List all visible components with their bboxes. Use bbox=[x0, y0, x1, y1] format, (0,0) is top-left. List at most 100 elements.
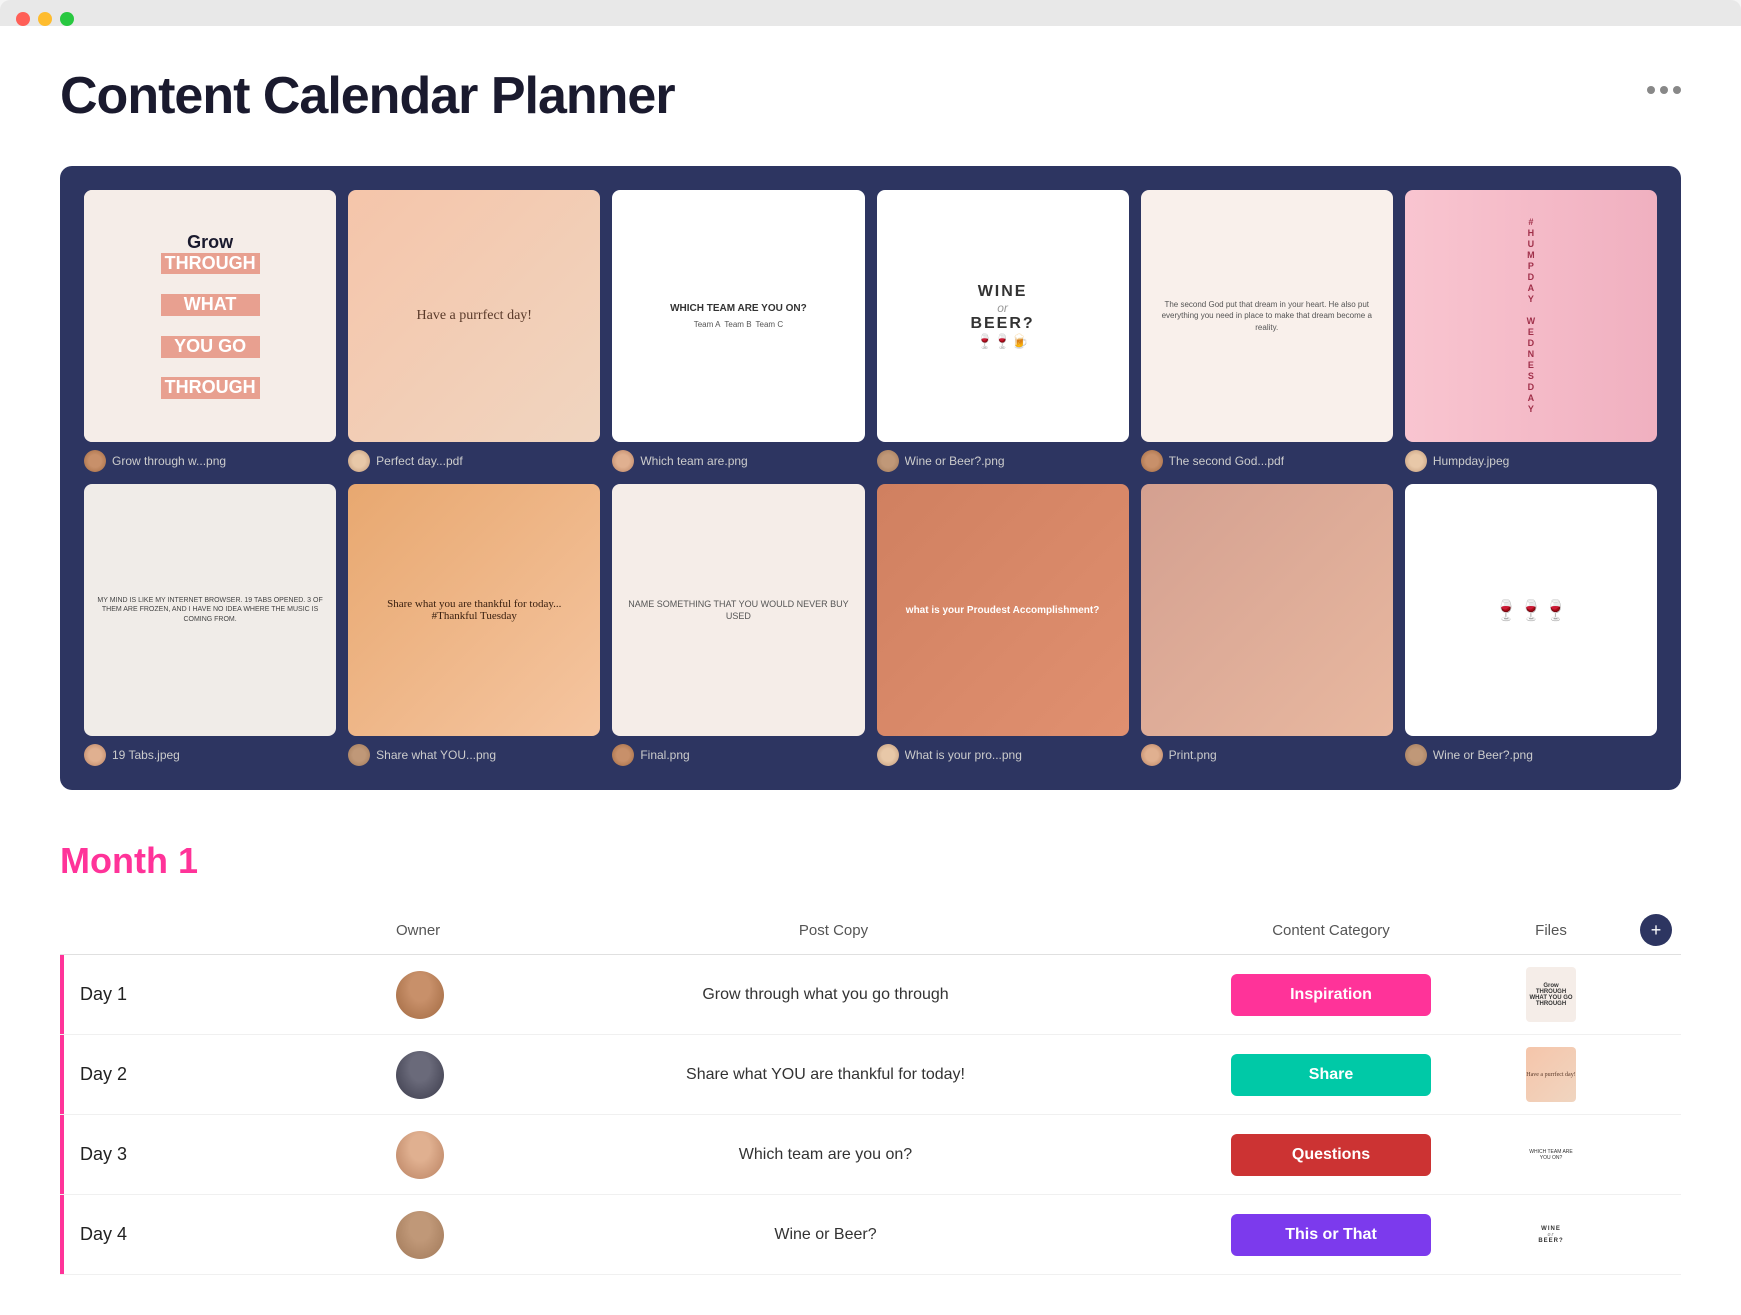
thumbnail-name[interactable]: NAME SOMETHING THAT YOU WOULD NEVER BUY … bbox=[612, 484, 864, 736]
thumbnail-purrfect[interactable]: Have a purrfect day! bbox=[348, 190, 600, 442]
post-copy-cell: Which team are you on? bbox=[460, 1146, 1191, 1164]
thumbnail-thankful[interactable]: Share what you are thankful for today...… bbox=[348, 484, 600, 736]
add-column-button[interactable]: + bbox=[1640, 914, 1672, 946]
thumb-text: Grow THROUGH WHAT YOU GO THROUGH bbox=[161, 233, 260, 399]
col-header-owner: Owner bbox=[396, 922, 476, 939]
media-item[interactable]: #HUMPDAY WEDNESDAY Humpday.jpeg bbox=[1405, 190, 1657, 472]
thumbnail-team[interactable]: WHICH TEAM ARE YOU ON? Team ATeam BTeam … bbox=[612, 190, 864, 442]
avatar bbox=[612, 450, 634, 472]
media-info: Share what YOU...png bbox=[348, 744, 600, 766]
files-cell[interactable]: WINEorBEER? bbox=[1471, 1207, 1631, 1262]
media-grid: Grow THROUGH WHAT YOU GO THROUGH Grow th… bbox=[84, 190, 1657, 766]
media-info: Which team are.png bbox=[612, 450, 864, 472]
media-item[interactable]: 🍷🍷🍷 Wine or Beer?.png bbox=[1405, 484, 1657, 766]
owner-avatar bbox=[396, 1051, 444, 1099]
media-item[interactable]: NAME SOMETHING THAT YOU WOULD NEVER BUY … bbox=[612, 484, 864, 766]
category-cell: This or That bbox=[1191, 1214, 1471, 1256]
page-title: Content Calendar Planner bbox=[60, 66, 675, 126]
table-row: Day 3 Which team are you on? Questions W… bbox=[60, 1115, 1681, 1195]
thumbnail-tabs[interactable]: MY MIND IS LIKE MY INTERNET BROWSER. 19 … bbox=[84, 484, 336, 736]
files-cell[interactable]: Have a purrfect day! bbox=[1471, 1047, 1631, 1102]
avatar bbox=[877, 450, 899, 472]
avatar bbox=[1141, 744, 1163, 766]
media-item[interactable]: The second God put that dream in your he… bbox=[1141, 190, 1393, 472]
media-info: Humpday.jpeg bbox=[1405, 450, 1657, 472]
media-info: What is your pro...png bbox=[877, 744, 1129, 766]
media-item[interactable]: Share what you are thankful for today...… bbox=[348, 484, 600, 766]
avatar bbox=[84, 450, 106, 472]
section-title: Month 1 bbox=[60, 840, 1681, 882]
category-cell: Questions bbox=[1191, 1134, 1471, 1176]
avatar bbox=[1405, 744, 1427, 766]
day-cell: Day 2 bbox=[60, 1035, 380, 1114]
media-info: 19 Tabs.jpeg bbox=[84, 744, 336, 766]
media-info: Wine or Beer?.png bbox=[877, 450, 1129, 472]
media-item[interactable]: what is your Proudest Accomplishment? Wh… bbox=[877, 484, 1129, 766]
filename: Perfect day...pdf bbox=[376, 454, 463, 468]
owner-cell bbox=[380, 1131, 460, 1179]
more-options-button[interactable] bbox=[1647, 86, 1681, 94]
dot3 bbox=[1673, 86, 1681, 94]
filename: 19 Tabs.jpeg bbox=[112, 748, 180, 762]
table-header: Owner Post Copy Content Category Files + bbox=[60, 906, 1681, 955]
post-copy-cell: Share what YOU are thankful for today! bbox=[460, 1066, 1191, 1084]
file-thumbnail[interactable]: WHICH TEAM ARE YOU ON? bbox=[1526, 1127, 1576, 1182]
col-header-files: Files bbox=[1471, 922, 1631, 939]
files-cell[interactable]: GrowTHROUGHWHAT YOU GOTHROUGH bbox=[1471, 967, 1631, 1022]
owner-cell bbox=[380, 1211, 460, 1259]
filename: The second God...pdf bbox=[1169, 454, 1284, 468]
media-info: Print.png bbox=[1141, 744, 1393, 766]
maximize-button[interactable] bbox=[60, 12, 74, 26]
files-cell[interactable]: WHICH TEAM ARE YOU ON? bbox=[1471, 1127, 1631, 1182]
minimize-button[interactable] bbox=[38, 12, 52, 26]
category-badge: Questions bbox=[1231, 1134, 1431, 1176]
dot2 bbox=[1660, 86, 1668, 94]
page-header: Content Calendar Planner bbox=[60, 66, 1681, 126]
filename: Share what YOU...png bbox=[376, 748, 496, 762]
category-badge: This or That bbox=[1231, 1214, 1431, 1256]
category-badge: Inspiration bbox=[1231, 974, 1431, 1016]
filename: Final.png bbox=[640, 748, 689, 762]
thumbnail-quote[interactable]: The second God put that dream in your he… bbox=[1141, 190, 1393, 442]
avatar bbox=[1141, 450, 1163, 472]
file-thumbnail[interactable]: WINEorBEER? bbox=[1526, 1207, 1576, 1262]
day-cell: Day 3 bbox=[60, 1115, 380, 1194]
owner-cell bbox=[380, 1051, 460, 1099]
col-header-content-category: Content Category bbox=[1191, 922, 1471, 939]
post-copy-cell: Grow through what you go through bbox=[460, 986, 1191, 1004]
media-item[interactable]: Have a purrfect day! Perfect day...pdf bbox=[348, 190, 600, 472]
close-button[interactable] bbox=[16, 12, 30, 26]
filename: Wine or Beer?.png bbox=[905, 454, 1005, 468]
filename: Wine or Beer?.png bbox=[1433, 748, 1533, 762]
filename: Print.png bbox=[1169, 748, 1217, 762]
media-item[interactable]: Grow THROUGH WHAT YOU GO THROUGH Grow th… bbox=[84, 190, 336, 472]
owner-avatar bbox=[396, 1211, 444, 1259]
thumbnail-wine2[interactable]: 🍷🍷🍷 bbox=[1405, 484, 1657, 736]
table-row: Day 2 Share what YOU are thankful for to… bbox=[60, 1035, 1681, 1115]
owner-cell bbox=[380, 971, 460, 1019]
owner-avatar bbox=[396, 1131, 444, 1179]
thumbnail-grow[interactable]: Grow THROUGH WHAT YOU GO THROUGH bbox=[84, 190, 336, 442]
media-item[interactable]: Print.png bbox=[1141, 484, 1393, 766]
thumbnail-proudest[interactable]: what is your Proudest Accomplishment? bbox=[877, 484, 1129, 736]
window-controls bbox=[16, 12, 1725, 26]
category-cell: Inspiration bbox=[1191, 974, 1471, 1016]
media-item[interactable]: MY MIND IS LIKE MY INTERNET BROWSER. 19 … bbox=[84, 484, 336, 766]
media-item[interactable]: WHICH TEAM ARE YOU ON? Team ATeam BTeam … bbox=[612, 190, 864, 472]
filename: Which team are.png bbox=[640, 454, 747, 468]
media-item[interactable]: WINE or BEER? 🍷🍷🍺 Wine or Beer?.png bbox=[877, 190, 1129, 472]
day-cell: Day 1 bbox=[60, 955, 380, 1034]
media-info: Wine or Beer?.png bbox=[1405, 744, 1657, 766]
thumbnail-floral[interactable] bbox=[1141, 484, 1393, 736]
thumbnail-wine[interactable]: WINE or BEER? 🍷🍷🍺 bbox=[877, 190, 1129, 442]
avatar bbox=[612, 744, 634, 766]
file-thumbnail[interactable]: Have a purrfect day! bbox=[1526, 1047, 1576, 1102]
category-cell: Share bbox=[1191, 1054, 1471, 1096]
media-info: Grow through w...png bbox=[84, 450, 336, 472]
table-row: Day 1 Grow through what you go through I… bbox=[60, 955, 1681, 1035]
avatar bbox=[348, 450, 370, 472]
media-info: The second God...pdf bbox=[1141, 450, 1393, 472]
file-thumbnail[interactable]: GrowTHROUGHWHAT YOU GOTHROUGH bbox=[1526, 967, 1576, 1022]
category-badge: Share bbox=[1231, 1054, 1431, 1096]
thumbnail-humpday[interactable]: #HUMPDAY WEDNESDAY bbox=[1405, 190, 1657, 442]
